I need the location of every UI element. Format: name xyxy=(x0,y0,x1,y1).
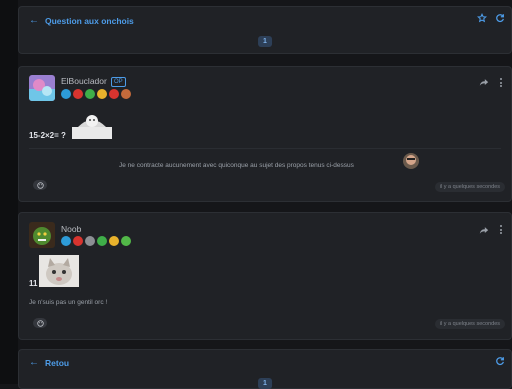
avatar[interactable] xyxy=(29,222,55,248)
author-name[interactable]: Noob xyxy=(61,224,81,234)
emoji-icon xyxy=(36,181,44,189)
emoji-icon xyxy=(36,319,44,327)
cat-image xyxy=(39,255,79,287)
pagination-current-page[interactable]: 1 xyxy=(258,36,272,47)
post-content-text: Je n'suis pas un gentil orc ! xyxy=(29,299,108,306)
more-options-icon[interactable] xyxy=(500,78,502,87)
refresh-icon[interactable] xyxy=(495,13,505,23)
share-icon[interactable] xyxy=(479,226,489,235)
op-badge: OP xyxy=(111,77,126,87)
reaction-button[interactable] xyxy=(33,318,47,328)
refresh-icon[interactable] xyxy=(495,356,505,366)
sticker-image xyxy=(72,113,112,139)
topic-header-card: ← Question aux onchois 1 xyxy=(18,6,512,54)
more-options-icon[interactable] xyxy=(500,225,502,234)
signature-text: Je ne contracte aucunement avec quiconqu… xyxy=(119,162,354,169)
badge-icon xyxy=(97,89,107,99)
topic-back-link[interactable]: ← Question aux onchois xyxy=(29,15,134,26)
topic-footer-card: ← Retou 1 xyxy=(18,349,512,389)
topic-title: Question aux onchois xyxy=(45,15,134,26)
signature-separator xyxy=(29,148,501,149)
post-timestamp[interactable]: il y a quelques secondes xyxy=(434,319,505,329)
back-link[interactable]: ← Retou xyxy=(29,357,69,368)
badge-icon xyxy=(97,236,107,246)
badge-icon xyxy=(109,236,119,246)
badge-icon xyxy=(121,89,131,99)
badge-icon xyxy=(73,89,83,99)
badge-icon xyxy=(61,89,71,99)
badge-icon xyxy=(85,236,95,246)
badge-icon xyxy=(85,89,95,99)
arrow-left-icon: ← xyxy=(29,15,39,26)
badge-icon xyxy=(121,236,131,246)
share-icon[interactable] xyxy=(479,78,489,87)
badge-list xyxy=(61,236,131,246)
left-sidebar xyxy=(0,0,18,384)
badge-icon xyxy=(61,236,71,246)
badge-icon xyxy=(73,236,83,246)
badge-icon xyxy=(109,89,119,99)
back-label: Retou xyxy=(45,357,70,368)
post-card: ElBouclador OP 15-2×2= ? Je ne contracte… xyxy=(18,66,512,202)
star-icon[interactable] xyxy=(477,13,487,23)
arrow-left-icon: ← xyxy=(29,357,39,368)
avatar[interactable] xyxy=(29,75,55,101)
post-content-text: 15-2×2= ? xyxy=(29,131,66,140)
reaction-button[interactable] xyxy=(33,180,47,190)
author-name[interactable]: ElBouclador xyxy=(61,76,107,86)
post-content-number: 11 xyxy=(29,279,38,288)
post-card: Noob 11 Je n'suis pas un gentil orc ! il… xyxy=(18,212,512,340)
post-timestamp[interactable]: il y a quelques secondes xyxy=(434,182,505,192)
signature-image xyxy=(403,153,419,169)
badge-list xyxy=(61,89,131,99)
